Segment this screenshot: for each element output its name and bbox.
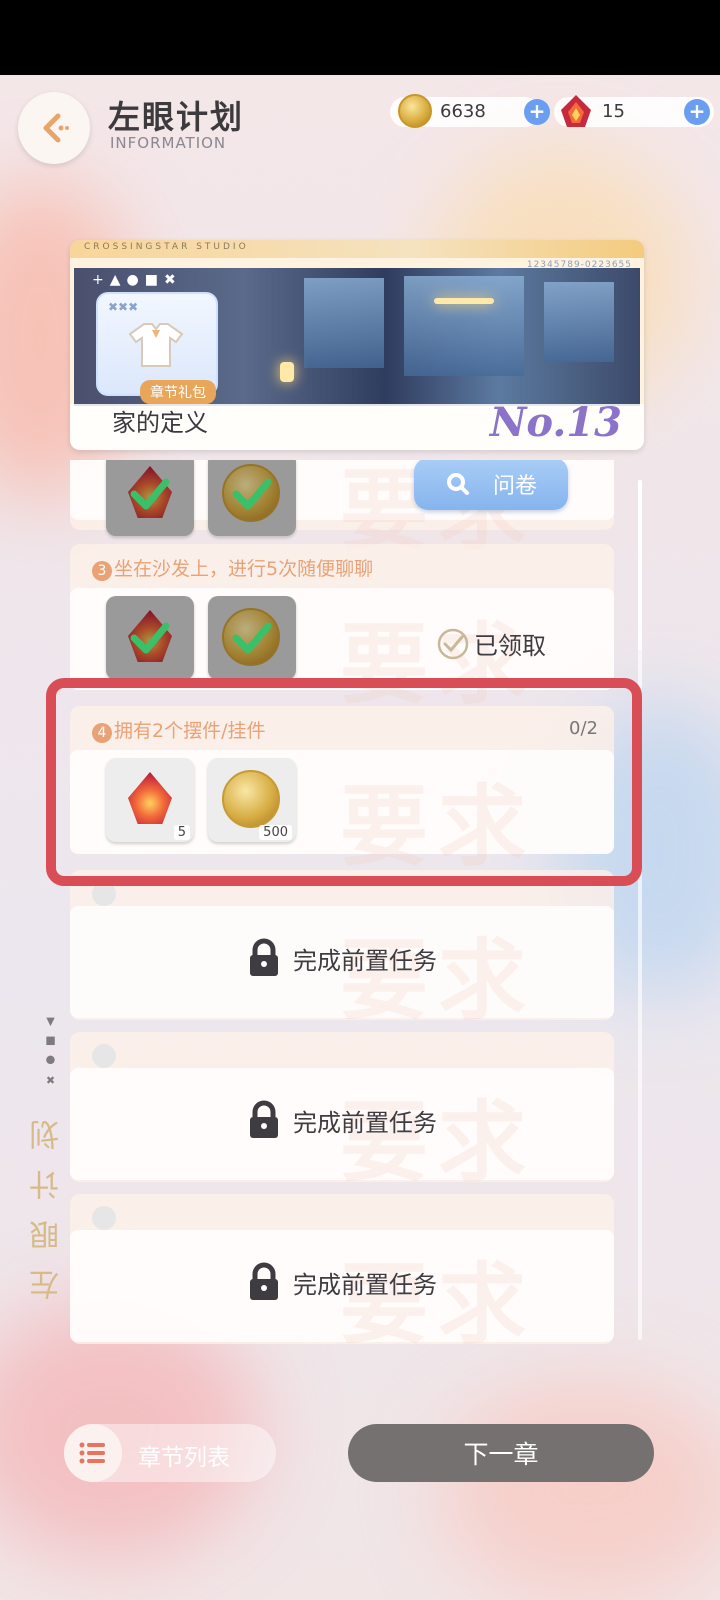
locked-status: 完成前置任务: [70, 938, 614, 978]
checkmark-icon: [130, 478, 170, 510]
reward-gem-claimed: [106, 460, 194, 536]
task-list-scrollbar[interactable]: [638, 480, 642, 1340]
chapter-name: 家的定义: [112, 409, 208, 437]
chapter-number: No.13: [489, 399, 622, 446]
survey-button[interactable]: 问卷: [414, 460, 568, 510]
chapter-list-button[interactable]: 章节列表: [64, 1424, 276, 1482]
decorative-crosses: ✖✖✖: [108, 300, 139, 314]
shirt-icon: [128, 323, 184, 367]
lock-icon: [250, 938, 278, 976]
back-button[interactable]: [18, 92, 90, 164]
task-card-3: 3 坐在沙发上，进行5次随便聊聊 要求 已领取: [70, 544, 614, 716]
locked-task-card: 要求 完成前置任务: [70, 1032, 614, 1194]
task-list[interactable]: 要求 问卷 3 坐在沙发上，进行5次随便聊聊 要求 已领取 4 拥有2个摆件/挂…: [70, 460, 614, 1358]
locked-task-card: 要求 完成前置任务: [70, 1194, 614, 1356]
back-arrow-icon: [43, 113, 69, 143]
scrollbar-thumb[interactable]: [638, 480, 642, 650]
task-3-number: 3: [92, 561, 112, 581]
checkmark-icon: [232, 622, 272, 654]
claimed-check-icon: [437, 628, 469, 659]
next-chapter-label: 下一章: [463, 1440, 539, 1469]
studio-label: CROSSINGSTAR STUDIO: [84, 242, 249, 252]
list-icon: [64, 1424, 122, 1482]
lock-icon: [250, 1100, 278, 1138]
claimed-status: 已领取: [436, 626, 546, 661]
side-vertical-title: 左眼计划: [30, 1100, 65, 1300]
search-icon: [446, 473, 469, 495]
chapter-list-label: 章节列表: [138, 1445, 230, 1471]
gem-icon: [561, 95, 591, 127]
reward-coin-claimed: [208, 596, 296, 680]
reward-gem-claimed: [106, 596, 194, 680]
coin-balance: 6638: [398, 94, 486, 128]
survey-label: 问卷: [492, 474, 537, 499]
gift-pack-tag: 章节礼包: [140, 380, 216, 404]
chapter-banner[interactable]: CROSSINGSTAR STUDIO 12345789-0223655 +▲●…: [70, 240, 644, 450]
status-bar: [0, 0, 720, 75]
coin-count: 6638: [440, 100, 486, 122]
reward-coin-claimed: [208, 460, 296, 536]
side-decoration: ✖●■▲: [44, 1010, 57, 1086]
checkmark-icon: [130, 622, 170, 654]
page-title: 左眼计划: [108, 98, 245, 136]
highlight-box: [46, 678, 642, 886]
add-gems-button[interactable]: +: [684, 99, 710, 125]
next-chapter-button[interactable]: 下一章: [348, 1424, 654, 1482]
add-coins-button[interactable]: +: [524, 99, 550, 125]
gem-balance: 15: [560, 94, 625, 128]
task-card-2: 要求 问卷: [70, 460, 614, 562]
gem-count: 15: [602, 100, 625, 122]
checkmark-icon: [232, 478, 272, 510]
task-3-title: 3 坐在沙发上，进行5次随便聊聊: [92, 554, 373, 581]
coin-icon: [398, 94, 432, 128]
locked-status: 完成前置任务: [70, 1100, 614, 1140]
page-subtitle: INFORMATION: [110, 134, 227, 152]
lock-icon: [250, 1262, 278, 1300]
locked-status: 完成前置任务: [70, 1262, 614, 1302]
locked-task-card: 要求 完成前置任务: [70, 870, 614, 1032]
